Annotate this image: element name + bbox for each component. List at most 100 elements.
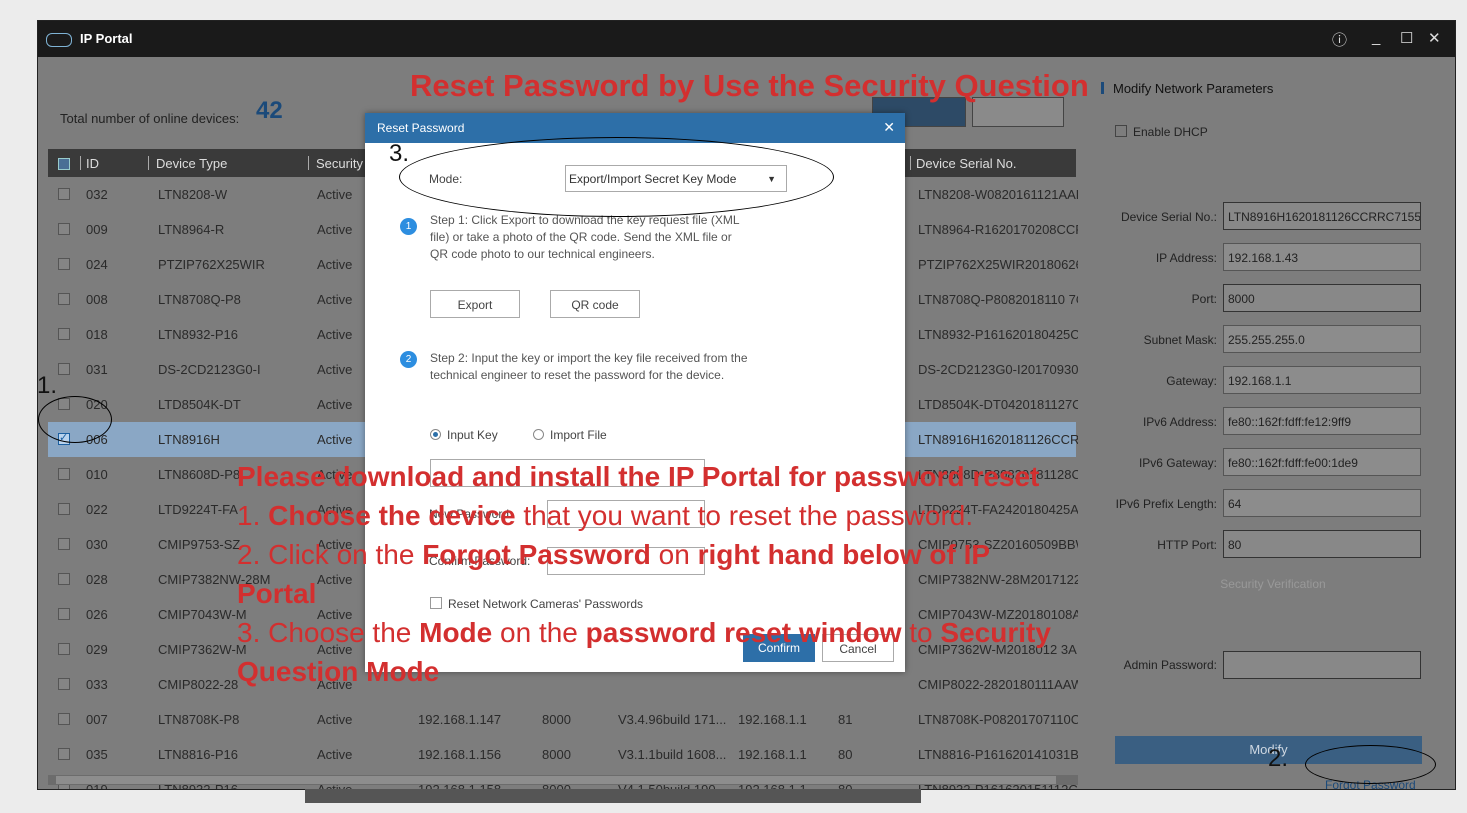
admin-password-input[interactable] [1223,651,1421,679]
field-label: Subnet Mask: [1143,333,1217,347]
col-id[interactable]: ID [86,156,99,171]
row-checkbox[interactable] [58,608,70,620]
cell-device-type: LTN8708Q-P8 [158,292,241,307]
row-checkbox[interactable] [58,468,70,480]
col-security[interactable]: Security [316,156,363,171]
field-input[interactable]: 80 [1223,530,1421,558]
row-checkbox[interactable] [58,363,70,375]
cell-device-type: LTN8816-P16 [158,747,238,762]
field-input[interactable]: 64 [1223,489,1421,517]
table-row[interactable]: 035 LTN8816-P16 Active 192.168.1.156 8000 V3.… [48,737,1078,772]
cell-serial: LTN8708Q-P8082018110 7C [918,292,1078,307]
row-checkbox[interactable] [58,293,70,305]
col-device-type[interactable]: Device Type [156,156,227,171]
input-key-radio[interactable]: Input Key [430,428,498,442]
cell-device-type: LTN8932-P16 [158,327,238,342]
table-row[interactable]: 007 LTN8708K-P8 Active 192.168.1.147 8000 V3.… [48,702,1078,737]
col-serial[interactable]: Device Serial No. [916,156,1016,171]
highlight-ellipse-mode [399,137,834,217]
field-label: Gateway: [1166,374,1217,388]
export-button[interactable]: Export [430,290,520,318]
scrollbar-thumb[interactable] [56,776,1056,784]
reset-cameras-checkbox[interactable]: Reset Network Cameras' Passwords [430,597,643,611]
minimize-icon[interactable]: _ [1372,29,1380,46]
select-all-checkbox[interactable] [58,158,70,170]
step2-text: Step 2: Input the key or import the key … [430,351,748,382]
row-checkbox[interactable] [58,538,70,550]
row-checkbox[interactable] [58,188,70,200]
field-label: HTTP Port: [1157,538,1217,552]
field-input[interactable]: 192.168.1.43 [1223,243,1421,271]
title-bar: IP Portal ⓘ _ ☐ ✕ [38,21,1455,57]
cell-serial: PTZIP762X25WIR20180626 [918,257,1078,272]
window-title: IP Portal [80,31,133,46]
total-devices-label: Total number of online devices: [60,111,240,126]
dialog-close-icon[interactable]: ✕ [883,119,895,136]
cell-device-type: LTN8916H [158,432,220,447]
cell-id: 026 [86,607,108,622]
field-input[interactable]: fe80::162f:fdff:fe00:1de9 [1223,448,1421,476]
headline-annotation: Reset Password by Use the Security Quest… [410,68,1089,103]
maximize-icon[interactable]: ☐ [1400,29,1413,47]
row-checkbox[interactable] [58,643,70,655]
row-checkbox[interactable] [58,748,70,760]
cell-id: 028 [86,572,108,587]
cell-serial: LTN8964-R1620170208CCR [918,222,1078,237]
cell-ip: 192.168.1.156 [418,747,502,762]
horizontal-scrollbar[interactable] [48,775,1078,785]
cell-security: Active [317,432,353,447]
network-params-panel: Modify Network Parameters Enable DHCP De… [1083,57,1455,789]
field-input[interactable]: 8000 [1223,284,1421,312]
row-checkbox[interactable] [58,503,70,515]
field-input[interactable]: LTN8916H1620181126CCRRC7155 [1223,202,1421,230]
qr-code-button[interactable]: QR code [550,290,640,318]
cell-device-type: PTZIP762X25WIR [158,257,265,272]
cell-id: 007 [86,712,108,727]
field-label: Device Serial No.: [1120,210,1217,224]
instruction-line-5: Question Mode [237,656,440,687]
row-checkbox[interactable] [58,713,70,725]
step2-badge: 2 [400,351,417,368]
row-checkbox[interactable] [58,678,70,690]
cell-security: Active [317,257,353,272]
marker-2: 2. [1268,745,1289,772]
field-input[interactable]: 192.168.1.1 [1223,366,1421,394]
cell-http-port: 80 [838,747,853,762]
app-logo-icon [46,33,72,47]
cell-port: 8000 [542,747,571,762]
cell-device-type: LTN8608D-P8 [158,467,241,482]
cell-device-type: CMIP8022-28 [158,677,239,692]
cell-serial: LTD8504K-DT0420181127C [918,397,1078,412]
cell-security: Active [317,362,353,377]
cell-id: 009 [86,222,108,237]
cell-device-type: LTN8208-W [158,187,228,202]
import-file-radio[interactable]: Import File [533,428,607,442]
info-icon[interactable]: ⓘ [1332,29,1347,50]
cell-security: Active [317,327,353,342]
enable-dhcp-checkbox[interactable]: Enable DHCP [1115,125,1208,139]
admin-password-label: Admin Password: [1123,658,1217,672]
row-checkbox[interactable] [58,573,70,585]
cell-serial: CMIP8022-2820180111AAW [918,677,1078,692]
cell-version: V3.4.96build 171... [618,712,727,727]
cell-id: 033 [86,677,108,692]
cell-id: 024 [86,257,108,272]
row-checkbox[interactable] [58,223,70,235]
field-input[interactable]: fe80::162f:fdff:fe12:9ff9 [1223,407,1421,435]
field-label: IPv6 Address: [1142,415,1217,429]
field-input[interactable]: 255.255.255.0 [1223,325,1421,353]
cell-id: 010 [86,467,108,482]
cell-security: Active [317,572,353,587]
instruction-line-3: Portal [237,578,317,609]
step1-badge: 1 [400,218,417,235]
table-row[interactable]: 033 CMIP8022-28 Active CMIP8022-2820180111A… [48,667,1078,702]
cell-serial: LTN8916H1620181126CCRF [918,432,1078,447]
taskbar-strip [305,789,921,803]
row-checkbox[interactable] [58,258,70,270]
cell-id: 008 [86,292,108,307]
close-icon[interactable]: ✕ [1428,29,1441,47]
row-checkbox[interactable] [58,328,70,340]
dialog-title: Reset Password [377,121,465,135]
cell-id: 035 [86,747,108,762]
cell-security: Active [317,292,353,307]
